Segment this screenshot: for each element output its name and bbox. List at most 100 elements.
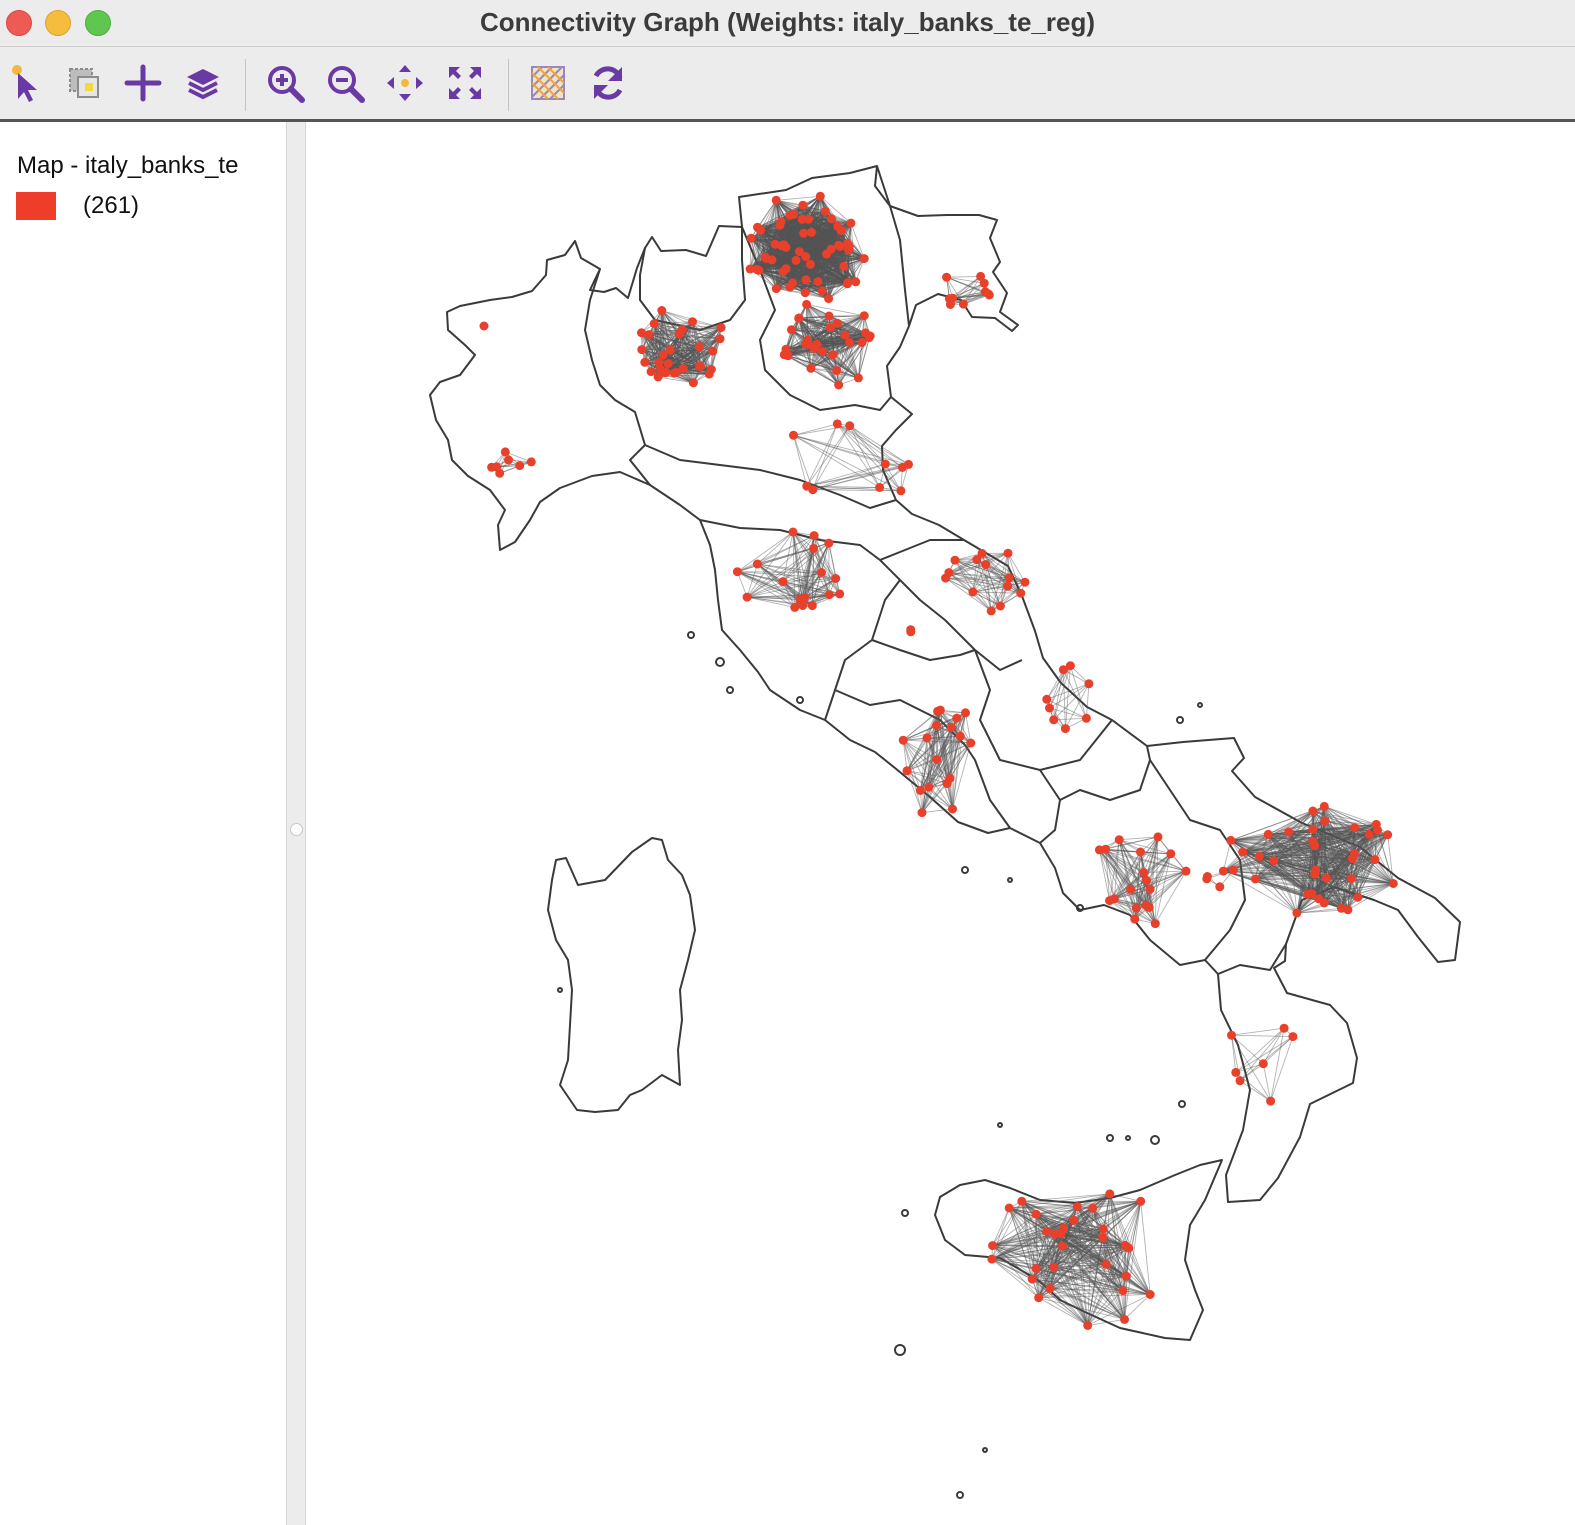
bank-point[interactable]: [742, 592, 752, 602]
bank-point[interactable]: [779, 350, 789, 360]
bank-point[interactable]: [695, 361, 704, 371]
bank-point[interactable]: [897, 462, 907, 472]
bank-point[interactable]: [812, 339, 822, 349]
bank-point[interactable]: [859, 311, 869, 321]
bank-point[interactable]: [1045, 703, 1054, 713]
bank-point[interactable]: [952, 713, 962, 723]
bank-point[interactable]: [1059, 1223, 1069, 1233]
bank-point[interactable]: [820, 206, 830, 216]
bank-point[interactable]: [924, 782, 934, 792]
bank-point[interactable]: [1034, 1293, 1044, 1303]
bank-point[interactable]: [776, 217, 786, 227]
bank-point[interactable]: [778, 577, 788, 587]
bank-point[interactable]: [806, 363, 816, 373]
bank-point[interactable]: [1094, 845, 1104, 855]
refresh-button[interactable]: [584, 59, 632, 107]
bank-point[interactable]: [1017, 1196, 1027, 1206]
bank-point[interactable]: [1098, 1224, 1108, 1234]
bank-point[interactable]: [839, 261, 849, 271]
bank-point[interactable]: [827, 214, 837, 224]
bank-point[interactable]: [665, 345, 675, 355]
bank-point[interactable]: [1202, 874, 1212, 884]
bank-point[interactable]: [791, 255, 801, 265]
bank-point[interactable]: [844, 241, 854, 251]
bank-point[interactable]: [1016, 588, 1026, 598]
bank-point[interactable]: [788, 527, 798, 537]
bank-point[interactable]: [977, 548, 987, 558]
bank-point[interactable]: [843, 278, 853, 288]
bank-point[interactable]: [946, 723, 956, 732]
bank-point[interactable]: [515, 461, 525, 471]
bank-point[interactable]: [981, 560, 991, 570]
bank-point[interactable]: [1118, 1286, 1128, 1296]
bank-point[interactable]: [815, 191, 825, 201]
bank-point[interactable]: [1166, 849, 1176, 859]
bank-point[interactable]: [822, 249, 832, 259]
bank-point[interactable]: [688, 378, 698, 388]
bank-point[interactable]: [1218, 866, 1228, 876]
bank-point[interactable]: [1320, 816, 1330, 826]
bank-point[interactable]: [799, 228, 809, 238]
splitter-handle[interactable]: [290, 823, 303, 836]
bank-point[interactable]: [781, 242, 791, 252]
bank-point[interactable]: [715, 334, 725, 344]
bank-point[interactable]: [1065, 661, 1075, 671]
legend-swatch[interactable]: [16, 192, 56, 220]
bank-point[interactable]: [807, 601, 817, 611]
bank-point[interactable]: [915, 786, 925, 795]
bank-point[interactable]: [1136, 847, 1145, 857]
bank-point-isolated[interactable]: [479, 321, 489, 331]
bank-point[interactable]: [526, 457, 536, 467]
bank-point[interactable]: [828, 350, 838, 360]
bank-point[interactable]: [880, 459, 890, 469]
bank-point[interactable]: [1350, 823, 1359, 833]
bank-point[interactable]: [1258, 1059, 1268, 1069]
bank-point[interactable]: [800, 288, 810, 298]
zoom-in-button[interactable]: [261, 59, 309, 107]
bank-point[interactable]: [864, 333, 874, 343]
bank-point[interactable]: [950, 555, 960, 565]
bank-point[interactable]: [933, 706, 943, 716]
bank-point[interactable]: [1215, 882, 1225, 892]
bank-point[interactable]: [1308, 824, 1318, 834]
bank-point[interactable]: [986, 606, 996, 616]
bank-point[interactable]: [1336, 903, 1346, 913]
bank-point[interactable]: [688, 317, 697, 327]
bank-point[interactable]: [1279, 1023, 1289, 1033]
zoom-out-button[interactable]: [321, 59, 369, 107]
bank-point[interactable]: [789, 209, 799, 219]
bank-point[interactable]: [845, 421, 855, 431]
bank-point[interactable]: [649, 319, 659, 329]
bank-point[interactable]: [798, 200, 808, 210]
bank-point[interactable]: [778, 267, 788, 277]
bank-point[interactable]: [834, 380, 844, 390]
bank-point[interactable]: [656, 364, 666, 374]
bank-point[interactable]: [1105, 1189, 1115, 1199]
panel-splitter[interactable]: [287, 122, 306, 1525]
bank-point[interactable]: [813, 277, 823, 287]
bank-point[interactable]: [1231, 1067, 1241, 1077]
bank-point[interactable]: [1114, 835, 1124, 845]
layers-button[interactable]: [179, 59, 227, 107]
bank-point[interactable]: [1098, 1233, 1108, 1243]
basemap-button[interactable]: [524, 59, 572, 107]
bank-point[interactable]: [851, 277, 861, 287]
bank-point[interactable]: [1049, 715, 1059, 725]
bank-point[interactable]: [1308, 806, 1318, 816]
bank-point[interactable]: [988, 1241, 998, 1251]
bank-point[interactable]: [1031, 1209, 1041, 1219]
bank-point[interactable]: [761, 253, 771, 263]
bank-point[interactable]: [1250, 874, 1260, 884]
bank-point[interactable]: [1269, 856, 1279, 866]
map-canvas[interactable]: [306, 123, 1575, 1525]
bank-point[interactable]: [1004, 573, 1014, 583]
bank-point[interactable]: [942, 272, 952, 282]
bank-point[interactable]: [1238, 847, 1248, 857]
bank-point[interactable]: [817, 286, 827, 296]
bank-point[interactable]: [1081, 713, 1091, 723]
bank-point[interactable]: [771, 284, 781, 294]
bank-point[interactable]: [945, 300, 955, 309]
bank-point[interactable]: [995, 601, 1005, 611]
bank-point[interactable]: [771, 195, 781, 205]
bank-point[interactable]: [1004, 1203, 1014, 1213]
